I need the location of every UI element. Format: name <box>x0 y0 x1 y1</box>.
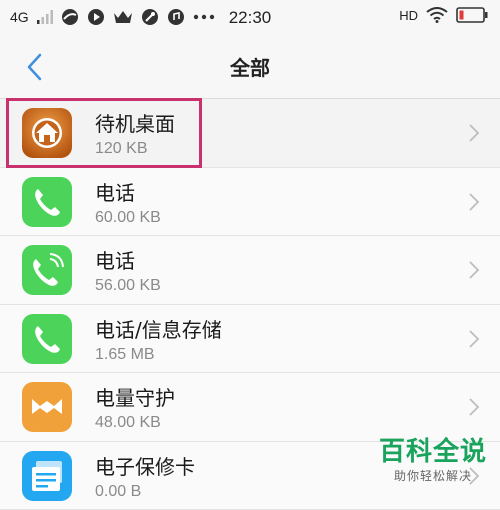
app-size: 60.00 KB <box>95 209 161 227</box>
watermark-subtitle: 助你轻松解决 <box>368 468 498 484</box>
app-size: 56.00 KB <box>95 277 161 295</box>
app-size: 0.00 B <box>95 483 141 501</box>
phone-wifi-icon <box>22 245 72 295</box>
watermark-title: 百科全说 <box>368 436 498 468</box>
app-name: 电子保修卡 <box>95 451 195 480</box>
app-size: 48.00 KB <box>95 414 161 432</box>
chevron-right-icon <box>468 329 480 349</box>
hd-indicator: HD <box>399 8 418 23</box>
nav-bar: 全部 <box>0 36 500 99</box>
status-bar: 4G 22: <box>0 0 500 36</box>
app-size: 1.65 MB <box>95 346 155 364</box>
chevron-right-icon <box>468 192 480 212</box>
app-name: 电话 <box>95 177 135 206</box>
battery-icon <box>456 7 488 23</box>
battery-guard-icon <box>22 382 72 432</box>
list-item[interactable]: 电量守护 48.00 KB <box>0 373 500 442</box>
watermark: 百科全说 助你轻松解决 <box>368 436 498 484</box>
app-name: 电话 <box>95 245 135 274</box>
chevron-right-icon <box>468 260 480 280</box>
list-item[interactable]: 电话 56.00 KB <box>0 236 500 305</box>
status-right: HD <box>399 7 488 23</box>
list-item[interactable]: 电话 60.00 KB <box>0 168 500 237</box>
list-item[interactable]: 电话/信息存储 1.65 MB <box>0 305 500 374</box>
chevron-right-icon <box>468 397 480 417</box>
phone-icon <box>22 314 72 364</box>
highlight-box <box>6 98 202 168</box>
wifi-icon <box>426 7 448 23</box>
app-name: 电话/信息存储 <box>95 314 222 343</box>
app-name: 电量守护 <box>95 382 175 411</box>
warranty-card-icon <box>22 451 72 501</box>
page-title: 全部 <box>0 52 500 81</box>
phone-icon <box>22 177 72 227</box>
chevron-right-icon <box>468 123 480 143</box>
